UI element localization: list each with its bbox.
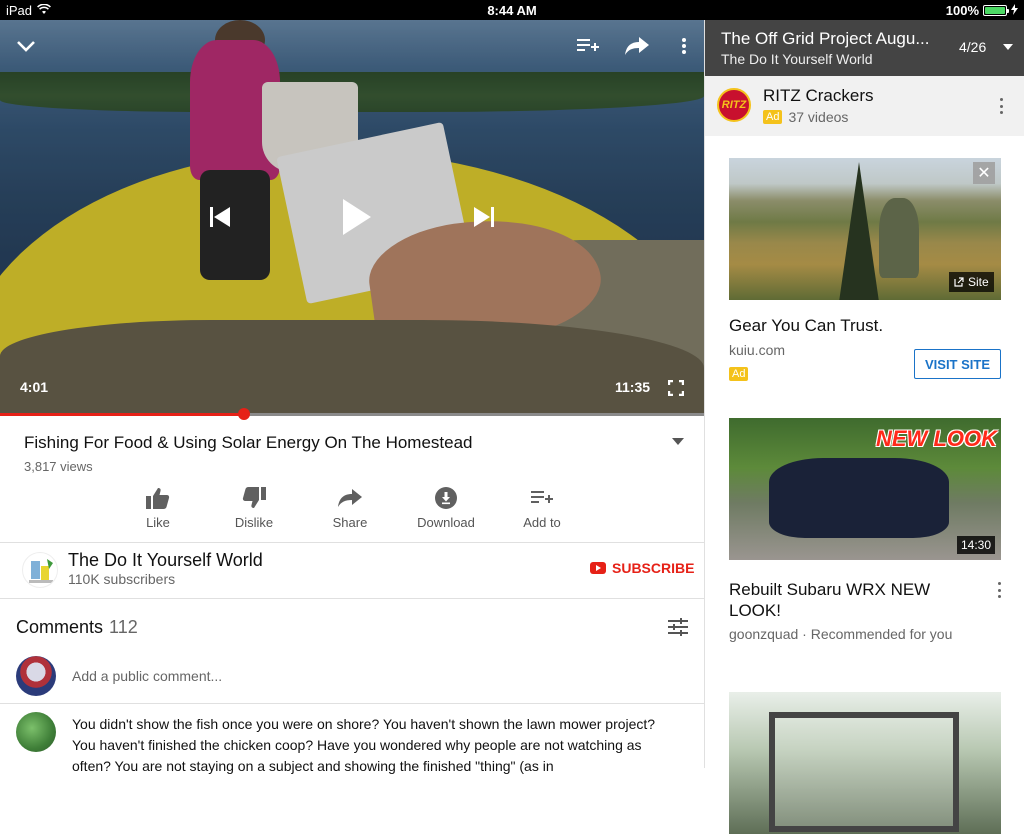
previous-icon[interactable] xyxy=(207,204,233,230)
side-panel: The Off Grid Project Augu... The Do It Y… xyxy=(704,20,1024,834)
more-options-icon[interactable] xyxy=(997,582,1001,598)
youtube-logo-icon xyxy=(590,562,606,574)
video-player[interactable]: 4:01 11:35 xyxy=(0,20,704,413)
add-to-label: Add to xyxy=(523,515,561,530)
close-icon[interactable]: ✕ xyxy=(973,162,995,184)
download-label: Download xyxy=(417,515,475,530)
seek-bar-played xyxy=(0,413,244,416)
ad-advertiser-row[interactable]: RITZ RITZ Crackers Ad 37 videos xyxy=(705,76,1024,136)
recommended-reason: Recommended for you xyxy=(810,626,953,642)
recommended-video-meta: goonzquad · Recommended for you xyxy=(729,626,953,642)
site-label: Site xyxy=(968,275,989,289)
like-label: Like xyxy=(146,515,170,530)
channel-name[interactable]: The Do It Yourself World xyxy=(68,550,263,571)
battery-icon xyxy=(983,5,1009,16)
charging-icon xyxy=(1011,3,1018,18)
add-to-button[interactable]: Add to xyxy=(494,484,590,534)
like-button[interactable]: Like xyxy=(110,484,206,534)
minimize-chevron-icon[interactable] xyxy=(14,34,38,58)
play-icon[interactable] xyxy=(336,196,376,238)
video-duration-badge: 14:30 xyxy=(956,536,995,554)
advertiser-name[interactable]: RITZ Crackers xyxy=(763,86,874,106)
expand-description-icon[interactable] xyxy=(672,432,686,446)
seek-bar-thumb[interactable] xyxy=(237,408,250,420)
playlist-title: The Off Grid Project Augu... xyxy=(721,29,930,48)
share-button[interactable]: Share xyxy=(302,484,398,534)
thumbs-down-icon xyxy=(206,484,302,512)
commenter-avatar[interactable] xyxy=(16,712,56,752)
comments-count: 112 xyxy=(109,617,138,637)
seek-bar[interactable] xyxy=(0,408,704,420)
playlist-header[interactable]: The Off Grid Project Augu... The Do It Y… xyxy=(705,20,1024,76)
ad-badge: Ad xyxy=(763,110,783,124)
playlist-add-icon xyxy=(494,484,590,512)
sort-comments-icon[interactable] xyxy=(668,618,688,641)
current-time: 4:01 xyxy=(20,379,49,395)
view-count: 3,817 views xyxy=(24,459,93,474)
video-duration: 11:35 xyxy=(615,379,651,395)
ad-badge: Ad xyxy=(729,367,749,381)
video-actions: Like Dislike Share Download Add to xyxy=(110,484,590,534)
playlist-channel: The Do It Yourself World xyxy=(721,51,873,67)
recommended-thumbnail[interactable] xyxy=(729,692,1001,834)
more-options-icon[interactable] xyxy=(676,34,692,58)
site-link-chip[interactable]: Site xyxy=(949,272,994,292)
comments-heading: Comments 112 xyxy=(16,617,138,638)
thumbnail-overlay-text: NEW LOOK xyxy=(876,426,997,451)
add-to-playlist-icon[interactable] xyxy=(575,34,601,58)
visit-site-button[interactable]: VISIT SITE xyxy=(914,349,1001,379)
divider xyxy=(0,542,704,543)
advertiser-video-count: 37 videos xyxy=(788,109,849,125)
download-button[interactable]: Download xyxy=(398,484,494,534)
ad-title[interactable]: Gear You Can Trust. xyxy=(729,316,883,336)
recommended-thumbnail[interactable]: NEW LOOK 14:30 xyxy=(729,418,1001,560)
subscribe-button[interactable]: SUBSCRIBE xyxy=(590,560,694,576)
next-icon[interactable] xyxy=(471,204,497,230)
subscriber-count: 110K subscribers xyxy=(68,571,176,587)
download-icon xyxy=(398,484,494,512)
add-comment-input[interactable]: Add a public comment... xyxy=(72,668,222,684)
playlist-position: 4/26 xyxy=(959,39,987,55)
fullscreen-icon[interactable] xyxy=(666,379,686,397)
ritz-logo-icon: RITZ xyxy=(717,88,751,122)
chevron-down-icon[interactable] xyxy=(1003,44,1013,50)
status-time: 8:44 AM xyxy=(487,3,537,18)
subscribe-label: SUBSCRIBE xyxy=(612,560,695,576)
recommended-video-title[interactable]: Rebuilt Subaru WRX NEW LOOK! xyxy=(729,579,979,621)
dislike-label: Dislike xyxy=(234,515,274,530)
share-icon xyxy=(302,484,398,512)
battery-percent: 100% xyxy=(945,3,979,18)
more-options-icon[interactable] xyxy=(999,98,1003,114)
recommended-channel: goonzquad xyxy=(729,626,799,642)
comments-title: Comments xyxy=(16,617,104,637)
user-avatar xyxy=(16,656,56,696)
status-bar: iPad 8:44 AM 100% xyxy=(0,0,1024,20)
divider xyxy=(0,598,704,599)
share-label: Share xyxy=(332,515,368,530)
thumbs-up-icon xyxy=(110,484,206,512)
video-title: Fishing For Food & Using Solar Energy On… xyxy=(24,433,473,452)
ad-domain: kuiu.com xyxy=(729,342,786,358)
share-icon[interactable] xyxy=(624,34,650,58)
dislike-button[interactable]: Dislike xyxy=(206,484,302,534)
divider xyxy=(0,703,704,704)
external-link-icon xyxy=(954,277,964,287)
channel-avatar[interactable] xyxy=(22,552,58,588)
